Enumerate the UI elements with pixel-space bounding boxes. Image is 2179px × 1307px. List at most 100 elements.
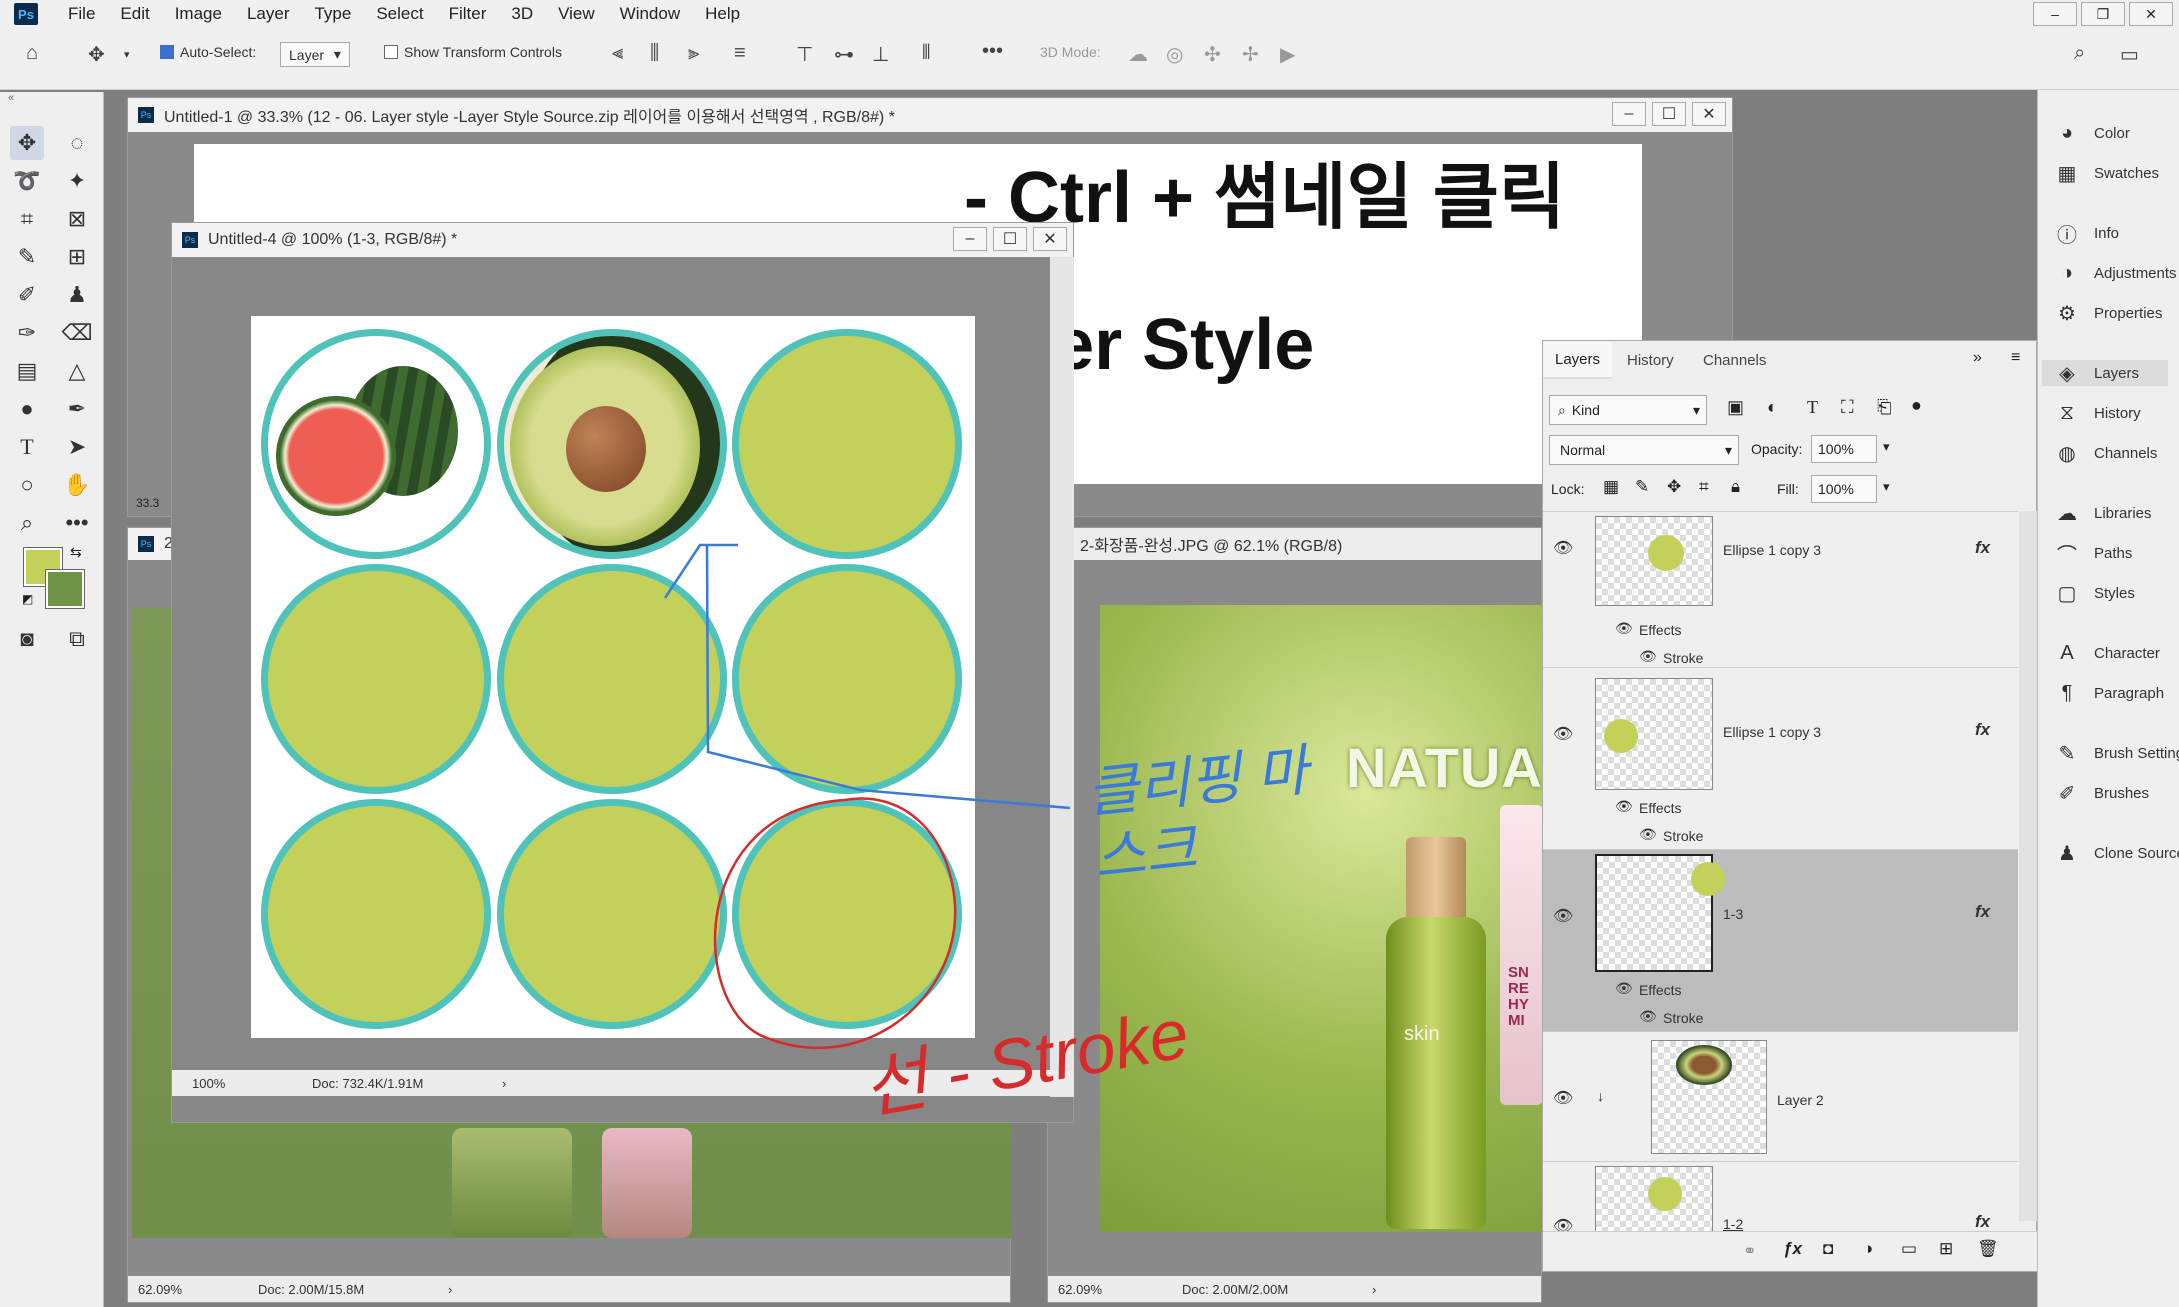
delete-layer-icon[interactable]: 🗑︎ (1977, 1239, 1999, 1259)
libraries-icon: ☁ (2057, 502, 2077, 525)
dock-label: Properties (2094, 304, 2163, 322)
annotation-clipping-mask: 클리핑 마스크 (1083, 738, 1311, 890)
stroke-label: Stroke (1663, 1010, 1704, 1026)
add-style-icon[interactable]: ƒx (1783, 1239, 1802, 1259)
fx-icon[interactable]: fx (1975, 902, 1990, 922)
fx-icon[interactable]: fx (1975, 720, 1990, 740)
fx-icon[interactable]: fx (1975, 538, 1990, 558)
filter-shape-icon[interactable]: ⛶ (1841, 397, 1854, 418)
opacity-input[interactable]: 100% (1811, 435, 1877, 463)
link-layers-icon[interactable]: ⚭ (1743, 1241, 1756, 1261)
dock-styles[interactable]: ▢ Styles (2054, 580, 2135, 606)
layer-row[interactable]: 👁︎ ↓ Layer 2 (1543, 1031, 2018, 1161)
opacity-label: Opacity: (1751, 441, 1803, 457)
panel-menu-icon[interactable]: ≡ (2011, 349, 2020, 367)
eye-icon[interactable]: 👁︎ (1615, 980, 1633, 997)
adjustments-icon: ◑ (2060, 261, 2074, 284)
dock-info[interactable]: ⓘ Info (2054, 220, 2120, 247)
dock-libraries[interactable]: ☁ Libraries (2054, 500, 2152, 526)
layer-name: Layer 2 (1777, 1092, 1824, 1108)
eye-icon[interactable]: 👁︎ (1553, 1088, 1573, 1108)
filter-pixel-icon[interactable]: ▣ (1727, 397, 1744, 418)
fx-icon[interactable]: fx (1975, 1212, 1990, 1232)
dock-history[interactable]: ⧖ History (2054, 400, 2141, 426)
dock-label: Layers (2094, 364, 2140, 382)
chevron-down-icon[interactable]: ▾ (1883, 479, 1890, 495)
layer-thumbnail (1595, 1166, 1713, 1236)
new-group-icon[interactable]: ▭ (1901, 1239, 1917, 1259)
filter-adjustment-icon[interactable]: ◐ (1767, 397, 1778, 418)
dock-clone-source[interactable]: ♟ Clone Source (2054, 840, 2179, 866)
eye-icon[interactable]: 👁︎ (1553, 724, 1573, 744)
blend-mode-value: Normal (1560, 442, 1606, 458)
eye-icon[interactable]: 👁︎ (1615, 620, 1633, 637)
layer-thumbnail (1595, 516, 1713, 606)
brushes-icon: ✐ (2058, 782, 2076, 805)
layer-row[interactable]: 👁︎ Ellipse 1 copy 3 fx 👁︎ Effects 👁︎ Str… (1543, 511, 2018, 693)
filter-smart-object-icon[interactable]: ⎗ (1877, 397, 1891, 418)
new-layer-icon[interactable]: ⊞ (1939, 1239, 1953, 1259)
eye-icon[interactable]: 👁︎ (1639, 648, 1657, 665)
properties-icon: ⚙ (2058, 302, 2076, 325)
fill-label: Fill: (1777, 481, 1799, 497)
layer-row[interactable]: 👁︎ Ellipse 1 copy 3 fx 👁︎ Effects 👁︎ Str… (1543, 667, 2018, 849)
fill-input[interactable]: 100% (1811, 475, 1877, 503)
filter-kind-dropdown[interactable]: ⌕ Kind ▾ (1549, 395, 1707, 425)
blend-mode-dropdown[interactable]: Normal ▾ (1549, 435, 1739, 465)
dock-label: Channels (2094, 444, 2158, 462)
effects-label: Effects (1639, 982, 1682, 998)
chevron-down-icon[interactable]: ▾ (1883, 439, 1890, 455)
new-adjustment-icon[interactable]: ◑ (1863, 1239, 1873, 1259)
layer-thumbnail (1595, 854, 1725, 972)
eye-icon[interactable]: 👁︎ (1639, 826, 1657, 843)
kind-value: Kind (1571, 402, 1600, 418)
lock-position-icon[interactable]: ✥ (1667, 477, 1681, 497)
layer-row-selected[interactable]: 👁︎ 1-3 fx 👁︎ Effects 👁︎ Stroke (1543, 849, 2018, 1031)
lock-label: Lock: (1551, 481, 1585, 497)
lock-all-icon[interactable]: 🔒︎ (1731, 477, 1740, 497)
layer-name: 1-3 (1723, 906, 1744, 922)
layers-panel: Layers History Channels » ≡ ⌕ Kind ▾ ▣ ◐ T… (1542, 340, 2038, 1272)
stroke-label: Stroke (1663, 650, 1704, 666)
lock-artboard-icon[interactable]: ⌗ (1699, 477, 1709, 497)
dock-layers[interactable]: ◈ Layers (2042, 360, 2168, 386)
expand-icon[interactable]: » (1973, 349, 1982, 367)
dock-brush-settings[interactable]: ✎ Brush Settings (2054, 740, 2179, 766)
eye-icon[interactable]: 👁︎ (1615, 798, 1633, 815)
dock-character[interactable]: A Character (2054, 640, 2160, 666)
eye-icon[interactable]: 👁︎ (1553, 538, 1573, 558)
lock-pixels-icon[interactable]: ✎ (1635, 477, 1649, 497)
chevron-down-icon: ▾ (1724, 441, 1732, 458)
tab-history[interactable]: History (1615, 341, 1686, 379)
brush-settings-icon: ✎ (2058, 742, 2076, 765)
dock-paragraph[interactable]: ¶ Paragraph (2054, 680, 2164, 706)
annotation-arrow-blue (663, 543, 1071, 810)
dock-channels[interactable]: ◍ Channels (2054, 440, 2157, 466)
dock-label: Brushes (2094, 784, 2150, 802)
dock-label: Libraries (2094, 504, 2152, 522)
dock-label: Info (2094, 224, 2120, 242)
add-mask-icon[interactable]: ◘ (1823, 1239, 1833, 1259)
layers-icon: ◈ (2059, 362, 2075, 385)
layers-scrollbar[interactable] (2019, 511, 2037, 1221)
dock-brushes[interactable]: ✐ Brushes (2054, 780, 2149, 806)
dock-label: Styles (2094, 584, 2135, 602)
eye-icon[interactable]: 👁︎ (1639, 1008, 1657, 1025)
tab-layers[interactable]: Layers (1543, 341, 1613, 379)
panel-dock: ◕ Color ▦ Swatches ⓘ Info ◑ Adjustments ⚙ Pro… (2037, 90, 2179, 1307)
layer-name: Ellipse 1 copy 3 (1723, 724, 1822, 740)
filter-toggle-icon[interactable]: ● (1911, 395, 1922, 416)
dock-paths[interactable]: ⌒ Paths (2054, 540, 2132, 567)
dock-swatches[interactable]: ▦ Swatches (2054, 160, 2160, 186)
eye-icon[interactable]: 👁︎ (1553, 906, 1573, 926)
lock-transparent-icon[interactable]: ▦ (1603, 477, 1619, 497)
layers-bottom-bar: ⚭ ƒx ◘ ◑ ▭ ⊞ 🗑︎ (1543, 1231, 2038, 1271)
dock-color[interactable]: ◕ Color (2054, 120, 2130, 146)
dock-adjustments[interactable]: ◑ Adjustments (2054, 260, 2177, 286)
color-icon: ◕ (2060, 121, 2074, 144)
dock-label: History (2094, 404, 2141, 422)
tab-channels[interactable]: Channels (1691, 341, 1778, 379)
filter-type-icon[interactable]: T (1807, 397, 1818, 418)
dock-properties[interactable]: ⚙ Properties (2054, 300, 2162, 326)
chevron-down-icon: ▾ (1692, 401, 1700, 418)
